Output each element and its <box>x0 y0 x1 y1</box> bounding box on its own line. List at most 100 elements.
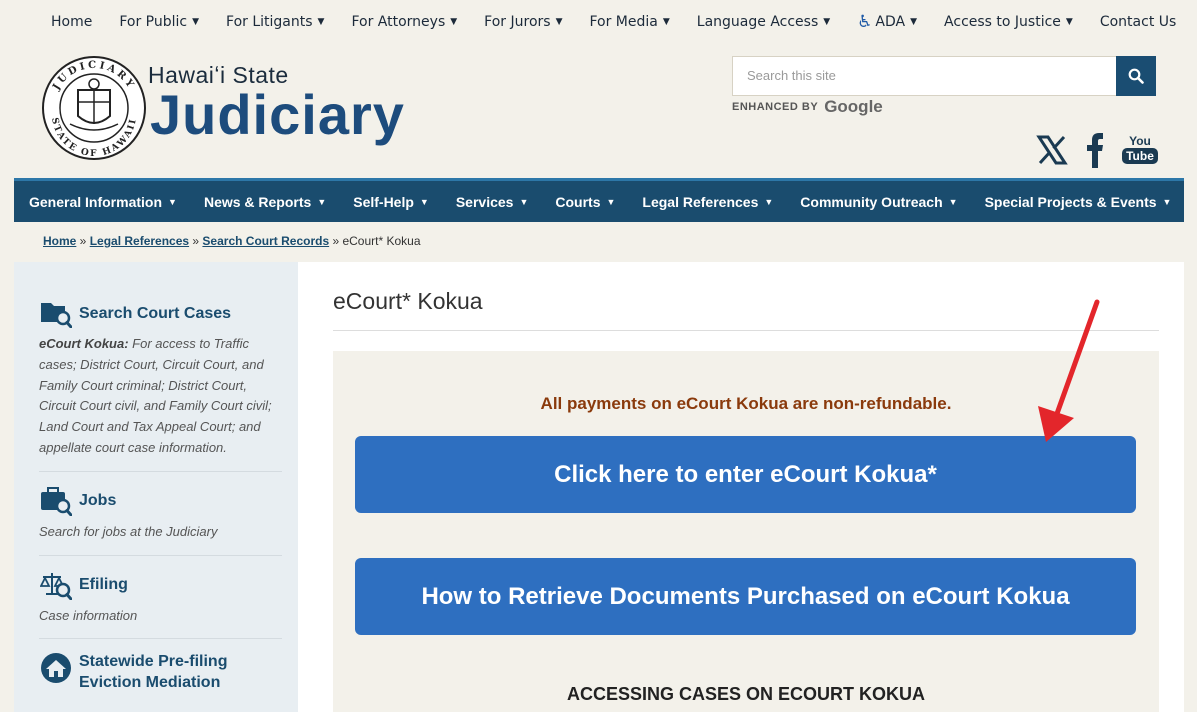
main-nav-label: Community Outreach <box>800 193 943 210</box>
top-nav-language-access[interactable]: Language Access ▼ <box>697 14 830 30</box>
retrieve-documents-button[interactable]: How to Retrieve Documents Purchased on e… <box>355 558 1136 635</box>
top-nav-label: Language Access <box>696 14 819 30</box>
caret-down-icon: ▼ <box>317 196 327 207</box>
sidebar-title: Statewide Pre-filing Eviction Mediation <box>79 653 228 692</box>
top-nav-label: Home <box>51 14 93 30</box>
main-nav-news-reports[interactable]: News & Reports ▼ <box>204 194 326 210</box>
search-button[interactable] <box>1116 56 1156 96</box>
brand-line2[interactable]: Judiciary <box>150 82 405 147</box>
main-nav-self-help[interactable]: Self-Help ▼ <box>353 194 429 210</box>
briefcase-search-icon <box>39 484 73 518</box>
enter-ecourt-kokua-button[interactable]: Click here to enter eCourt Kokua* <box>355 436 1136 513</box>
caret-down-icon: ▼ <box>1162 196 1172 207</box>
main-nav-general-information[interactable]: General Information ▼ <box>29 194 177 210</box>
top-nav: Home For Public ▼ For Litigants ▼ For Atto… <box>0 0 1197 44</box>
sidebar-item-jobs: Jobs Search for jobs at the Judiciary <box>39 472 282 556</box>
top-nav-for-litigants[interactable]: For Litigants ▼ <box>226 14 324 30</box>
facebook-icon[interactable] <box>1085 130 1105 170</box>
accessing-cases-heading: ACCESSING CASES ON ECOURT KOKUA <box>566 684 926 704</box>
breadcrumb-legal-references[interactable]: Legal References <box>90 234 189 248</box>
main-nav-special-projects[interactable]: Special Projects & Events ▼ <box>985 194 1172 210</box>
top-nav-home[interactable]: Home <box>51 14 92 30</box>
top-nav-label: For Jurors <box>484 14 551 30</box>
top-nav-ada[interactable]: ♿ ADA ▼ <box>857 12 917 32</box>
sidebar-link-efiling[interactable]: Efiling <box>39 568 282 602</box>
caret-down-icon: ▼ <box>1065 17 1073 27</box>
main-nav-label: News & Reports <box>203 193 312 210</box>
sidebar-item-efiling: Efiling Case information <box>39 556 282 640</box>
breadcrumb: Home » Legal References » Search Court R… <box>43 234 421 248</box>
caret-down-icon: ▼ <box>764 196 774 207</box>
page-title: eCourt* Kokua <box>333 288 483 314</box>
breadcrumb-separator: » <box>189 234 203 248</box>
top-nav-for-public[interactable]: For Public ▼ <box>119 14 199 30</box>
google-label: Google <box>824 97 883 116</box>
caret-down-icon: ▼ <box>948 196 958 207</box>
sidebar-item-eviction-mediation: Statewide Pre-filing Eviction Mediation <box>39 639 282 705</box>
main-nav-label: Legal References <box>642 193 759 210</box>
main-nav-label: Services <box>455 193 514 210</box>
top-nav-for-media[interactable]: For Media ▼ <box>589 14 669 30</box>
search-input[interactable]: Search this site <box>732 56 1118 96</box>
sidebar-desc-bold: eCourt Kokua: <box>39 336 129 351</box>
sidebar: Search Court Cases eCourt Kokua: For acc… <box>14 262 298 712</box>
sidebar-item-search-court-cases: Search Court Cases eCourt Kokua: For acc… <box>39 262 282 472</box>
caret-down-icon: ▼ <box>519 196 529 207</box>
sidebar-link-eviction-mediation[interactable]: Statewide Pre-filing Eviction Mediation <box>39 651 282 693</box>
house-icon <box>39 651 73 685</box>
sidebar-link-search-court-cases[interactable]: Search Court Cases <box>39 296 282 330</box>
main-nav-courts[interactable]: Courts ▼ <box>555 194 615 210</box>
main-nav-label: General Information <box>29 193 163 210</box>
enhanced-by-google: ENHANCED BY Google <box>732 97 883 117</box>
breadcrumb-separator: » <box>76 234 90 248</box>
main-nav-services[interactable]: Services ▼ <box>456 194 529 210</box>
scale-search-icon <box>39 568 73 602</box>
caret-down-icon: ▼ <box>910 17 918 27</box>
main-nav: General Information ▼ News & Reports ▼ Sel… <box>14 178 1184 222</box>
x-icon[interactable] <box>1035 130 1069 170</box>
breadcrumb-home[interactable]: Home <box>43 234 76 248</box>
breadcrumb-current: eCourt* Kokua <box>342 234 421 248</box>
main-nav-label: Courts <box>555 193 601 210</box>
enhanced-label: ENHANCED BY <box>732 101 819 113</box>
site-header: JUDICIARY STATE OF HAWAII Hawaiʻi State … <box>0 44 1197 176</box>
top-nav-access-to-justice[interactable]: Access to Justice ▼ <box>944 14 1073 30</box>
breadcrumb-separator: » <box>329 234 343 248</box>
top-nav-for-jurors[interactable]: For Jurors ▼ <box>484 14 562 30</box>
sidebar-desc: Case information <box>39 607 138 623</box>
state-seal-logo[interactable]: JUDICIARY STATE OF HAWAII <box>40 54 148 162</box>
main-nav-community-outreach[interactable]: Community Outreach ▼ <box>800 194 957 210</box>
sidebar-title: Search Court Cases <box>79 304 232 322</box>
breadcrumb-search-court-records[interactable]: Search Court Records <box>202 234 329 248</box>
top-nav-label: For Media <box>589 14 658 30</box>
folder-search-icon <box>39 296 73 330</box>
caret-down-icon: ▼ <box>317 17 325 27</box>
caret-down-icon: ▼ <box>168 196 177 207</box>
top-nav-label: For Public <box>119 14 188 30</box>
annotation-arrow-icon <box>1038 299 1100 442</box>
caret-down-icon: ▼ <box>555 17 563 27</box>
caret-down-icon: ▼ <box>192 17 200 27</box>
main-nav-legal-references[interactable]: Legal References ▼ <box>642 194 773 210</box>
top-nav-label: Access to Justice <box>944 14 1061 30</box>
sidebar-title: Efiling <box>79 576 128 594</box>
top-nav-label: ADA <box>875 14 906 30</box>
top-nav-label: For Attorneys <box>351 14 446 30</box>
main-nav-label: Self-Help <box>353 193 414 210</box>
top-nav-for-attorneys[interactable]: For Attorneys ▼ <box>351 14 457 30</box>
sidebar-title: Jobs <box>79 492 117 510</box>
caret-down-icon: ▼ <box>450 17 458 27</box>
accessibility-icon: ♿ <box>857 12 873 32</box>
caret-down-icon: ▼ <box>419 196 429 207</box>
main-nav-label: Special Projects & Events <box>984 193 1157 210</box>
youtube-you: You <box>1129 133 1151 148</box>
search-icon <box>1128 68 1144 84</box>
youtube-tube: Tube <box>1122 147 1158 164</box>
sidebar-desc: Search for jobs at the Judiciary <box>39 523 218 539</box>
youtube-icon[interactable]: You Tube <box>1122 132 1158 166</box>
caret-down-icon: ▼ <box>606 196 616 207</box>
top-nav-contact-us[interactable]: Contact Us <box>1100 14 1176 30</box>
caret-down-icon: ▼ <box>662 17 670 27</box>
sidebar-link-jobs[interactable]: Jobs <box>39 484 282 518</box>
sidebar-desc: eCourt Kokua: For access to Traffic case… <box>39 334 282 459</box>
